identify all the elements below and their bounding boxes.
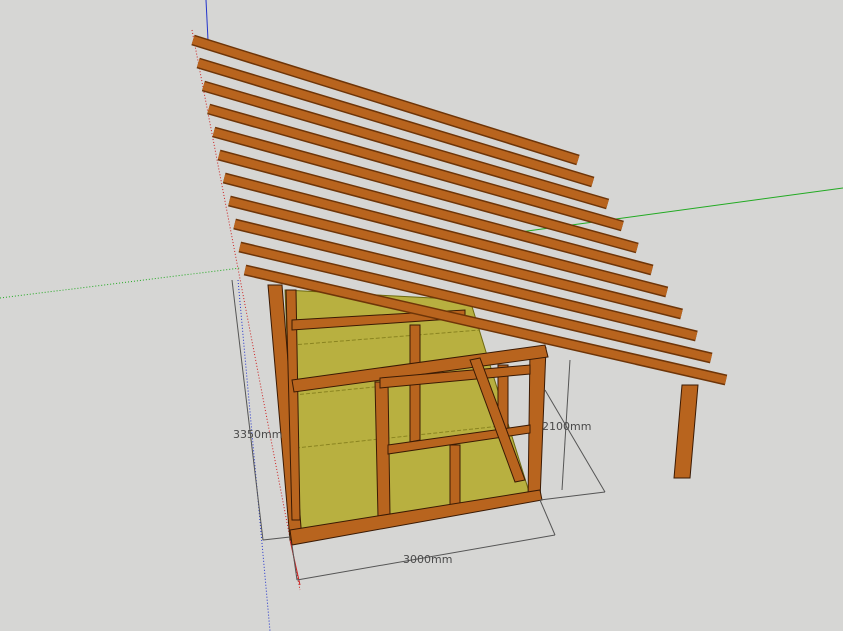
dimension-width-label: 3000mm: [403, 553, 452, 566]
dimension-front-height-label: 2100mm: [542, 420, 591, 433]
sketchup-viewport[interactable]: 3000mm 3350mm 2100mm: [0, 0, 843, 631]
post-mid-2: [449, 444, 461, 507]
dimension-back-height-label: 3350mm: [233, 428, 282, 441]
